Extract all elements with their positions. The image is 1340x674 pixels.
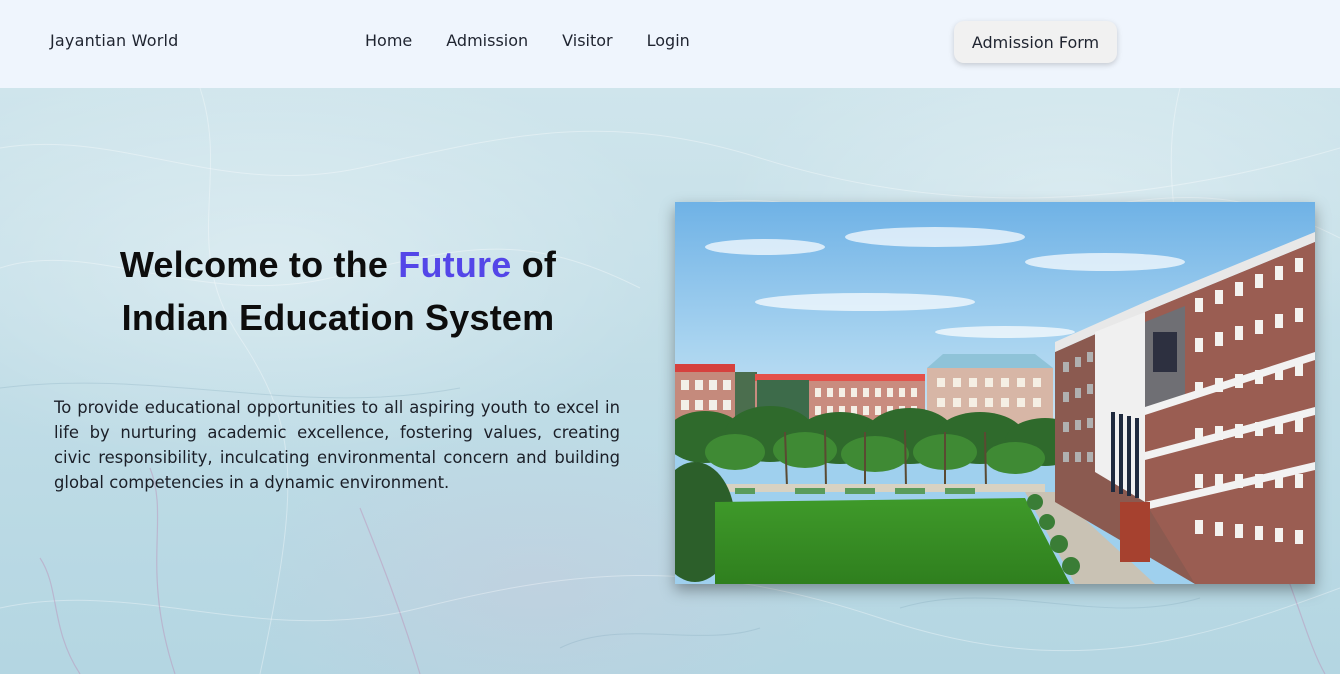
hero-title-accent: Future — [398, 244, 512, 285]
hero-title-line2: Indian Education System — [121, 297, 555, 338]
campus-illustration — [675, 202, 1315, 584]
hero-title: Welcome to the Future of Indian Educatio… — [60, 238, 616, 344]
brand-logo-text[interactable]: Jayantian World — [50, 31, 179, 50]
admission-form-button[interactable]: Admission Form — [954, 21, 1117, 63]
campus-photo — [675, 202, 1315, 584]
hero-description: To provide educational opportunities to … — [54, 398, 620, 492]
hero-title-part2: of — [511, 244, 557, 285]
nav-link-visitor[interactable]: Visitor — [562, 31, 612, 50]
nav-link-admission[interactable]: Admission — [446, 31, 528, 50]
top-navbar: Jayantian World Home Admission Visitor L… — [0, 0, 1340, 88]
hero-title-part1: Welcome to the — [119, 244, 399, 285]
nav-link-home[interactable]: Home — [365, 31, 412, 50]
main-nav: Home Admission Visitor Login — [365, 31, 724, 50]
nav-link-login[interactable]: Login — [647, 31, 690, 50]
